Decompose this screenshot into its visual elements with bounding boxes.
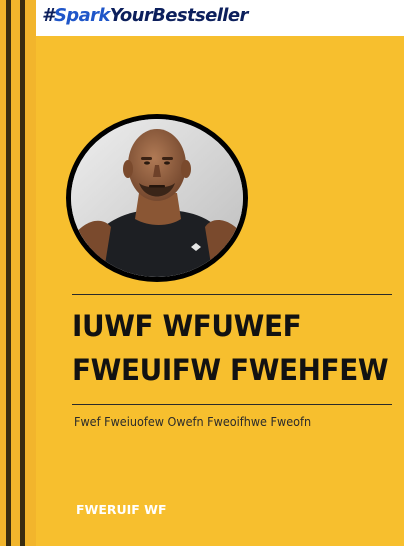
book-cover: IUWF WFUWEF FWEUIFW FWEHFEW Fwef Fweiuof… [36, 36, 404, 546]
title-divider-top [72, 294, 392, 295]
hashtag-word-spark: Spark [53, 5, 110, 26]
portrait-image [71, 119, 243, 277]
author-portrait [66, 114, 248, 282]
book-spine [0, 0, 36, 546]
spine-stripe [20, 0, 25, 546]
hashtag-banner: #SparkYourBestseller [36, 0, 404, 36]
book-title-line-2: FWEUIFW FWEHFEW [72, 353, 389, 387]
title-divider-bottom [72, 404, 392, 405]
hashtag-symbol: # [42, 5, 55, 26]
book-title-line-1: IUWF WFUWEF [72, 309, 302, 343]
hashtag-text: #SparkYourBestseller [42, 5, 248, 27]
author-name: FWERUIF WF [76, 502, 167, 517]
book-subtitle: Fwef Fweiuofew Owefn Fweoifhwe Fweofn [74, 414, 312, 429]
spine-stripe [6, 0, 11, 546]
book-title: IUWF WFUWEF FWEUIFW FWEHFEW [72, 304, 389, 392]
hashtag-word-rest: YourBestseller [109, 5, 249, 26]
